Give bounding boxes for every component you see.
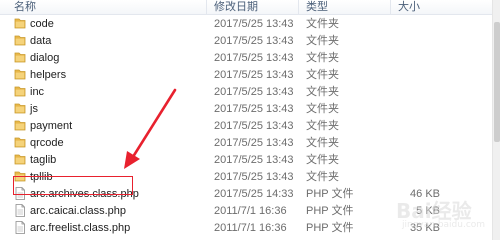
folder-icon [13, 68, 27, 81]
folder-icon [13, 34, 27, 47]
php-file-icon [13, 221, 27, 234]
folder-row[interactable]: code 2017/5/25 13:43 文件夹 [0, 15, 492, 32]
column-header-type[interactable]: 类型 [306, 1, 328, 13]
file-type: 文件夹 [306, 171, 339, 183]
folder-icon [13, 51, 27, 64]
file-explorer: 名称 修改日期 类型 大小 code 2017/5/25 13:43 文件夹 data… [0, 0, 500, 240]
file-type: 文件夹 [306, 120, 339, 132]
folder-icon [13, 85, 27, 98]
file-type: 文件夹 [306, 52, 339, 64]
file-type: PHP 文件 [306, 205, 354, 217]
column-header-name[interactable]: 名称 [14, 1, 36, 13]
file-type: 文件夹 [306, 69, 339, 81]
watermark-bottom: jingyan.baidu.com [402, 220, 486, 230]
column-header-bar: 名称 修改日期 类型 大小 [0, 0, 492, 15]
red-annotation-box [13, 176, 133, 195]
file-modified-date: 2017/5/25 13:43 [214, 154, 294, 166]
column-header-modified[interactable]: 修改日期 [214, 1, 258, 13]
file-modified-date: 2017/5/25 13:43 [214, 69, 294, 81]
file-modified-date: 2017/5/25 13:43 [214, 171, 294, 183]
file-name: data [30, 35, 52, 47]
folder-row[interactable]: taglib 2017/5/25 13:43 文件夹 [0, 151, 492, 168]
folder-row[interactable]: js 2017/5/25 13:43 文件夹 [0, 100, 492, 117]
folder-icon [13, 153, 27, 166]
column-divider[interactable] [206, 0, 207, 14]
baidu-watermark: Bai经验 jingyan.baidu.com [386, 195, 490, 235]
file-type: 文件夹 [306, 18, 339, 30]
file-name: arc.caicai.class.php [30, 205, 126, 217]
file-name: taglib [30, 154, 57, 166]
file-modified-date: 2017/5/25 13:43 [214, 52, 294, 64]
file-name: js [30, 103, 38, 115]
column-divider[interactable] [390, 0, 391, 14]
file-type: 文件夹 [306, 103, 339, 115]
column-header-size[interactable]: 大小 [398, 1, 420, 13]
folder-row[interactable]: inc 2017/5/25 13:43 文件夹 [0, 83, 492, 100]
file-type: PHP 文件 [306, 188, 354, 200]
file-type: 文件夹 [306, 137, 339, 149]
folder-icon [13, 17, 27, 30]
file-name: payment [30, 120, 73, 132]
vertical-scrollbar[interactable] [492, 0, 500, 240]
file-modified-date: 2017/5/25 13:43 [214, 35, 294, 47]
folder-row[interactable]: helpers 2017/5/25 13:43 文件夹 [0, 66, 492, 83]
file-modified-date: 2011/7/1 16:36 [214, 222, 287, 234]
file-name: qrcode [30, 137, 64, 149]
file-modified-date: 2017/5/25 13:43 [214, 103, 294, 115]
folder-row[interactable]: qrcode 2017/5/25 13:43 文件夹 [0, 134, 492, 151]
file-type: 文件夹 [306, 154, 339, 166]
file-modified-date: 2017/5/25 13:43 [214, 120, 294, 132]
file-modified-date: 2011/7/1 16:36 [214, 205, 287, 217]
file-name: code [30, 18, 54, 30]
file-name: helpers [30, 69, 67, 81]
folder-icon [13, 119, 27, 132]
file-type: 文件夹 [306, 86, 339, 98]
file-name: inc [30, 86, 45, 98]
scrollbar-thumb[interactable] [494, 22, 500, 142]
column-divider[interactable] [298, 0, 299, 14]
file-modified-date: 2017/5/25 13:43 [214, 137, 294, 149]
folder-row[interactable]: data 2017/5/25 13:43 文件夹 [0, 32, 492, 49]
file-modified-date: 2017/5/25 13:43 [214, 18, 294, 30]
folder-row[interactable]: dialog 2017/5/25 13:43 文件夹 [0, 49, 492, 66]
folder-icon [13, 136, 27, 149]
file-type: 文件夹 [306, 35, 339, 47]
file-modified-date: 2017/5/25 14:33 [214, 188, 294, 200]
file-name: dialog [30, 52, 60, 64]
folder-row[interactable]: payment 2017/5/25 13:43 文件夹 [0, 117, 492, 134]
file-type: PHP 文件 [306, 222, 354, 234]
file-name: arc.freelist.class.php [30, 222, 131, 234]
folder-icon [13, 102, 27, 115]
php-file-icon [13, 204, 27, 217]
file-modified-date: 2017/5/25 13:43 [214, 86, 294, 98]
